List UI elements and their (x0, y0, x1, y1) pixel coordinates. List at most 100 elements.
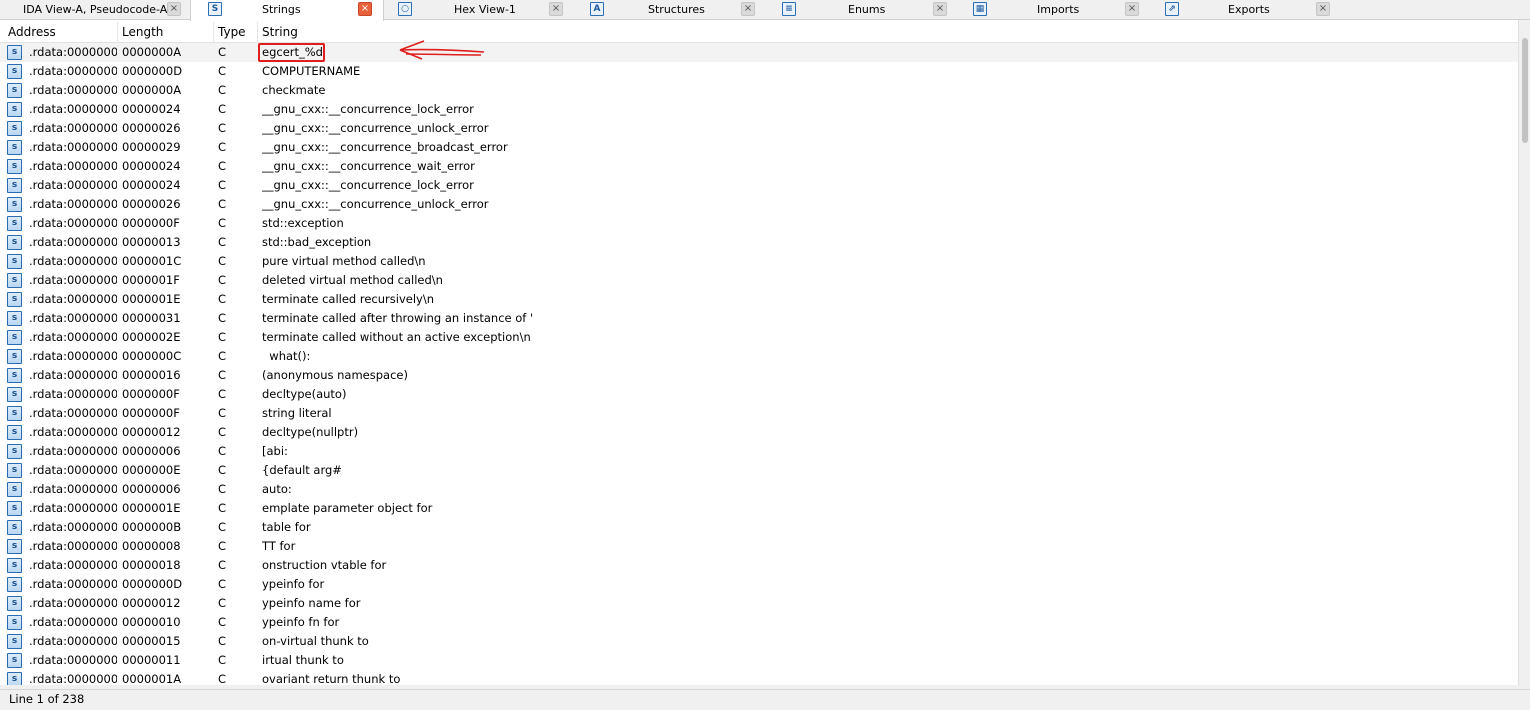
cell-string: table for (262, 520, 311, 534)
string-icon: s (7, 463, 22, 478)
table-row[interactable]: s .rdata:0000000... 0000000F Cstring litera… (0, 404, 1518, 423)
cell-address: .rdata:0000000... (29, 235, 117, 249)
cell-address: .rdata:0000000... (29, 653, 117, 667)
cell-type: C (218, 444, 227, 458)
table-row[interactable]: s .rdata:0000000... 00000029 C __gnu_cxx::__… (0, 138, 1518, 157)
cell-length: 0000000F (122, 387, 180, 401)
string-icon: s (7, 140, 22, 155)
status-text: Line 1 of 238 (9, 692, 85, 706)
cell-type: C (218, 64, 227, 78)
table-row[interactable]: s .rdata:0000000... 0000001E Cterminate cal… (0, 290, 1518, 309)
string-icon: s (7, 501, 22, 516)
cell-type: C (218, 311, 227, 325)
cell-string: [abi: (262, 444, 288, 458)
cell-length: 00000015 (122, 634, 181, 648)
table-row[interactable]: s .rdata:0000000... 00000026 C __gnu_cxx::__… (0, 119, 1518, 138)
table-row[interactable]: s .rdata:0000000... 0000000A Ccheckmate (0, 81, 1518, 100)
cell-string: ypeinfo name for (262, 596, 361, 610)
string-icon: s (7, 235, 22, 250)
column-header-type[interactable]: Type (214, 22, 258, 43)
cell-type: C (218, 387, 227, 401)
tab-enums[interactable]: ≡ Enums × (768, 0, 960, 20)
hex-view-icon: ○ (398, 2, 412, 16)
table-row[interactable]: s .rdata:0000000... 0000002E Cterminate cal… (0, 328, 1518, 347)
table-row[interactable]: s .rdata:0000000... 00000006 Cauto: (0, 480, 1518, 499)
tab-label: Structures (648, 3, 705, 16)
string-icon: s (7, 330, 22, 345)
cell-address: .rdata:0000000... (29, 501, 117, 515)
close-icon[interactable]: × (933, 2, 947, 16)
table-row[interactable]: s .rdata:0000000... 00000012 Cypeinfo name … (0, 594, 1518, 613)
cell-address: .rdata:0000000... (29, 406, 117, 420)
cell-length: 0000000F (122, 406, 180, 420)
table-row[interactable]: s .rdata:0000000... 00000016 C (anonymous na… (0, 366, 1518, 385)
table-row[interactable]: s.rdata:0000000...0000000ACegcert_%d (0, 43, 1518, 62)
table-row[interactable]: s .rdata:0000000... 0000000E C {default arg# (0, 461, 1518, 480)
table-row[interactable]: s .rdata:0000000... 00000031 Cterminate cal… (0, 309, 1518, 328)
table-row[interactable]: s .rdata:0000000... 0000000D Cypeinfo for (0, 575, 1518, 594)
annotation-box (258, 43, 325, 62)
close-icon[interactable]: × (167, 2, 181, 16)
tab-hex-view[interactable]: ○ Hex View-1 × (384, 0, 576, 20)
close-icon[interactable]: × (1125, 2, 1139, 16)
table-row[interactable]: s .rdata:0000000... 0000001C Cpure virtual … (0, 252, 1518, 271)
table-row[interactable]: s .rdata:0000000... 00000012 Cdecltype(null… (0, 423, 1518, 442)
close-icon[interactable]: × (358, 2, 372, 16)
table-row[interactable]: s .rdata:0000000... 00000011 Cirtual thunk … (0, 651, 1518, 670)
table-row[interactable]: s .rdata:0000000... 00000018 Construction v… (0, 556, 1518, 575)
tab-structures[interactable]: A Structures × (576, 0, 768, 20)
cell-address: .rdata:0000000... (29, 330, 117, 344)
cell-length: 00000024 (122, 159, 181, 173)
table-row[interactable]: s .rdata:0000000... 00000006 C [abi: (0, 442, 1518, 461)
tab-strings[interactable]: S Strings × (190, 0, 384, 21)
table-row[interactable]: s .rdata:0000000... 00000015 Con-virtual th… (0, 632, 1518, 651)
cell-length: 00000012 (122, 596, 181, 610)
table-row[interactable]: s .rdata:0000000... 0000000D C COMPUTERNAME (0, 62, 1518, 81)
cell-string: (anonymous namespace) (262, 368, 408, 382)
cell-type: C (218, 501, 227, 515)
tab-ida-view[interactable]: IDA View-A, Pseudocode-A × (0, 0, 190, 20)
table-row[interactable]: s .rdata:0000000... 00000013 Cstd::bad_exce… (0, 233, 1518, 252)
scrollbar-thumb[interactable] (1522, 38, 1528, 143)
cell-length: 00000010 (122, 615, 181, 629)
string-icon: s (7, 273, 22, 288)
cell-length: 0000001E (122, 292, 181, 306)
table-row[interactable]: s .rdata:0000000... 00000010 Cypeinfo fn fo… (0, 613, 1518, 632)
cell-type: C (218, 45, 227, 59)
table-row[interactable]: s .rdata:0000000... 00000008 C TT for (0, 537, 1518, 556)
table-row[interactable]: s .rdata:0000000... 00000024 C __gnu_cxx::__… (0, 157, 1518, 176)
table-row[interactable]: s .rdata:0000000... 0000000F Cstd::exceptio… (0, 214, 1518, 233)
table-row[interactable]: s .rdata:0000000... 0000001F Cdeleted virtu… (0, 271, 1518, 290)
vertical-scrollbar[interactable] (1518, 20, 1530, 685)
table-row[interactable]: s .rdata:0000000... 0000001E Cemplate param… (0, 499, 1518, 518)
cell-type: C (218, 273, 227, 287)
cell-string: decltype(nullptr) (262, 425, 359, 439)
column-header-length[interactable]: Length (118, 22, 214, 43)
close-icon[interactable]: × (549, 2, 563, 16)
cell-string: irtual thunk to (262, 653, 344, 667)
cell-string: on-virtual thunk to (262, 634, 369, 648)
tab-exports[interactable]: ⇗ Exports × (1152, 0, 1332, 20)
cell-string: what(): (262, 349, 311, 363)
table-row[interactable]: s .rdata:0000000... 0000000C C what(): (0, 347, 1518, 366)
cell-string: __gnu_cxx::__concurrence_unlock_error (262, 121, 489, 135)
close-icon[interactable]: × (1316, 2, 1330, 16)
cell-length: 00000024 (122, 178, 181, 192)
close-icon[interactable]: × (741, 2, 755, 16)
cell-string: terminate called recursively\n (262, 292, 434, 306)
cell-address: .rdata:0000000... (29, 311, 117, 325)
exports-icon: ⇗ (1165, 2, 1179, 16)
cell-string: pure virtual method called\n (262, 254, 426, 268)
strings-table[interactable]: s.rdata:0000000...0000000ACegcert_%ds.rd… (0, 43, 1518, 685)
table-row[interactable]: s .rdata:0000000... 0000000B Ctable for (0, 518, 1518, 537)
cell-address: .rdata:0000000... (29, 634, 117, 648)
cell-string: auto: (262, 482, 292, 496)
annotation-arrow (399, 40, 485, 60)
tab-imports[interactable]: ▦ Imports × (960, 0, 1152, 20)
table-row[interactable]: s .rdata:0000000... 00000026 C __gnu_cxx::__… (0, 195, 1518, 214)
table-row[interactable]: s .rdata:0000000... 00000024 C __gnu_cxx::__… (0, 176, 1518, 195)
table-row[interactable]: s .rdata:0000000... 00000024 C __gnu_cxx::__… (0, 100, 1518, 119)
table-row[interactable]: s .rdata:0000000... 0000000F Cdecltype(auto… (0, 385, 1518, 404)
column-header-address[interactable]: Address (4, 22, 118, 43)
table-row[interactable]: s .rdata:0000000... 0000001A Covariant retu… (0, 670, 1518, 685)
